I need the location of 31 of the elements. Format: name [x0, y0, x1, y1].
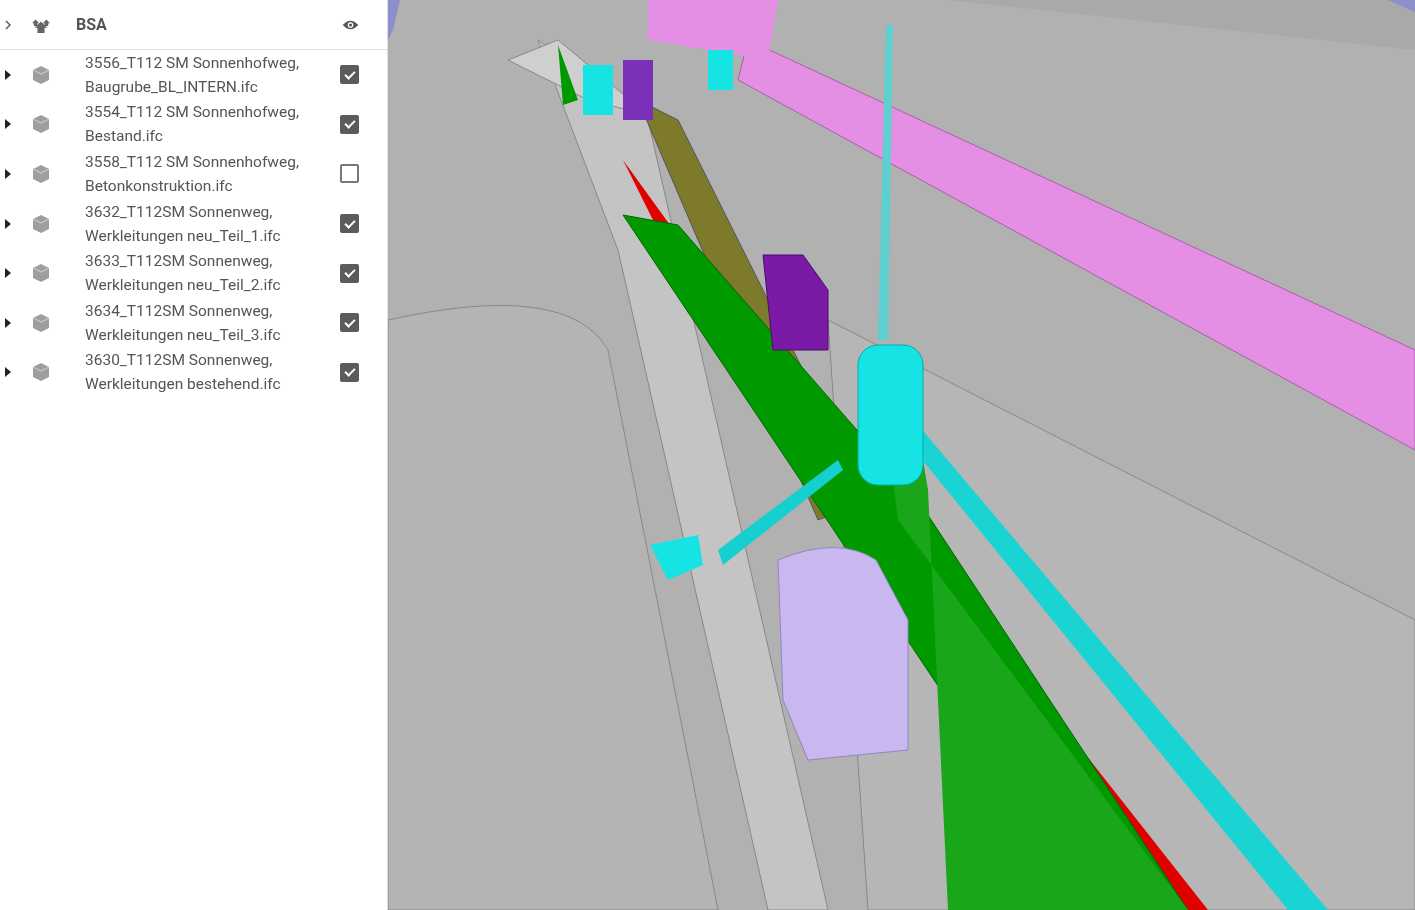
- expand-triangle-icon[interactable]: [5, 169, 11, 179]
- cube-icon: [31, 213, 51, 234]
- cube-icon: [31, 362, 51, 383]
- cube-icon: [31, 263, 51, 284]
- visibility-checkbox[interactable]: [340, 214, 359, 234]
- project-title: BSA: [76, 15, 108, 34]
- model-name[interactable]: 3554_T112 SM Sonnenhofweg, Bestand.ifc: [85, 100, 340, 149]
- cube-icon: [31, 64, 51, 85]
- expand-triangle-icon[interactable]: [5, 317, 11, 328]
- model-name[interactable]: 3556_T112 SM Sonnenhofweg, Baugrube_BL_INTERN.ifc: [85, 50, 340, 99]
- visibility-checkbox[interactable]: [340, 114, 359, 134]
- expand-triangle-icon[interactable]: [5, 268, 11, 279]
- eye-icon[interactable]: [342, 18, 359, 31]
- expand-triangle-icon[interactable]: [5, 69, 11, 80]
- model-name[interactable]: 3558_T112 SM Sonnenhofweg, Betonkonstruktion.ifc: [85, 150, 340, 198]
- visibility-checkbox[interactable]: [340, 362, 359, 382]
- visibility-checkbox[interactable]: [340, 65, 359, 85]
- expand-triangle-icon[interactable]: [5, 119, 11, 130]
- model-name[interactable]: 3630_T112SM Sonnenweg, Werkleitungen bestehend.ifc: [85, 348, 340, 397]
- model-name[interactable]: 3633_T112SM Sonnenweg, Werkleitungen neu_Teil_2.ifc: [85, 249, 340, 298]
- chevron-right-icon[interactable]: [4, 19, 12, 30]
- model-name[interactable]: 3634_T112SM Sonnenweg, Werkleitungen neu_Teil_3.ifc: [85, 298, 340, 347]
- visibility-checkbox[interactable]: [340, 164, 359, 184]
- cube-icon: [31, 312, 51, 333]
- model-name[interactable]: 3632_T112SM Sonnenweg, Werkleitungen neu_Teil_1.ifc: [85, 199, 340, 248]
- cube-icon: [31, 164, 51, 184]
- expand-triangle-icon[interactable]: [5, 218, 11, 229]
- expand-triangle-icon[interactable]: [5, 367, 11, 378]
- visibility-checkbox[interactable]: [340, 263, 359, 283]
- cube-icon: [31, 114, 51, 135]
- visibility-checkbox[interactable]: [340, 313, 359, 333]
